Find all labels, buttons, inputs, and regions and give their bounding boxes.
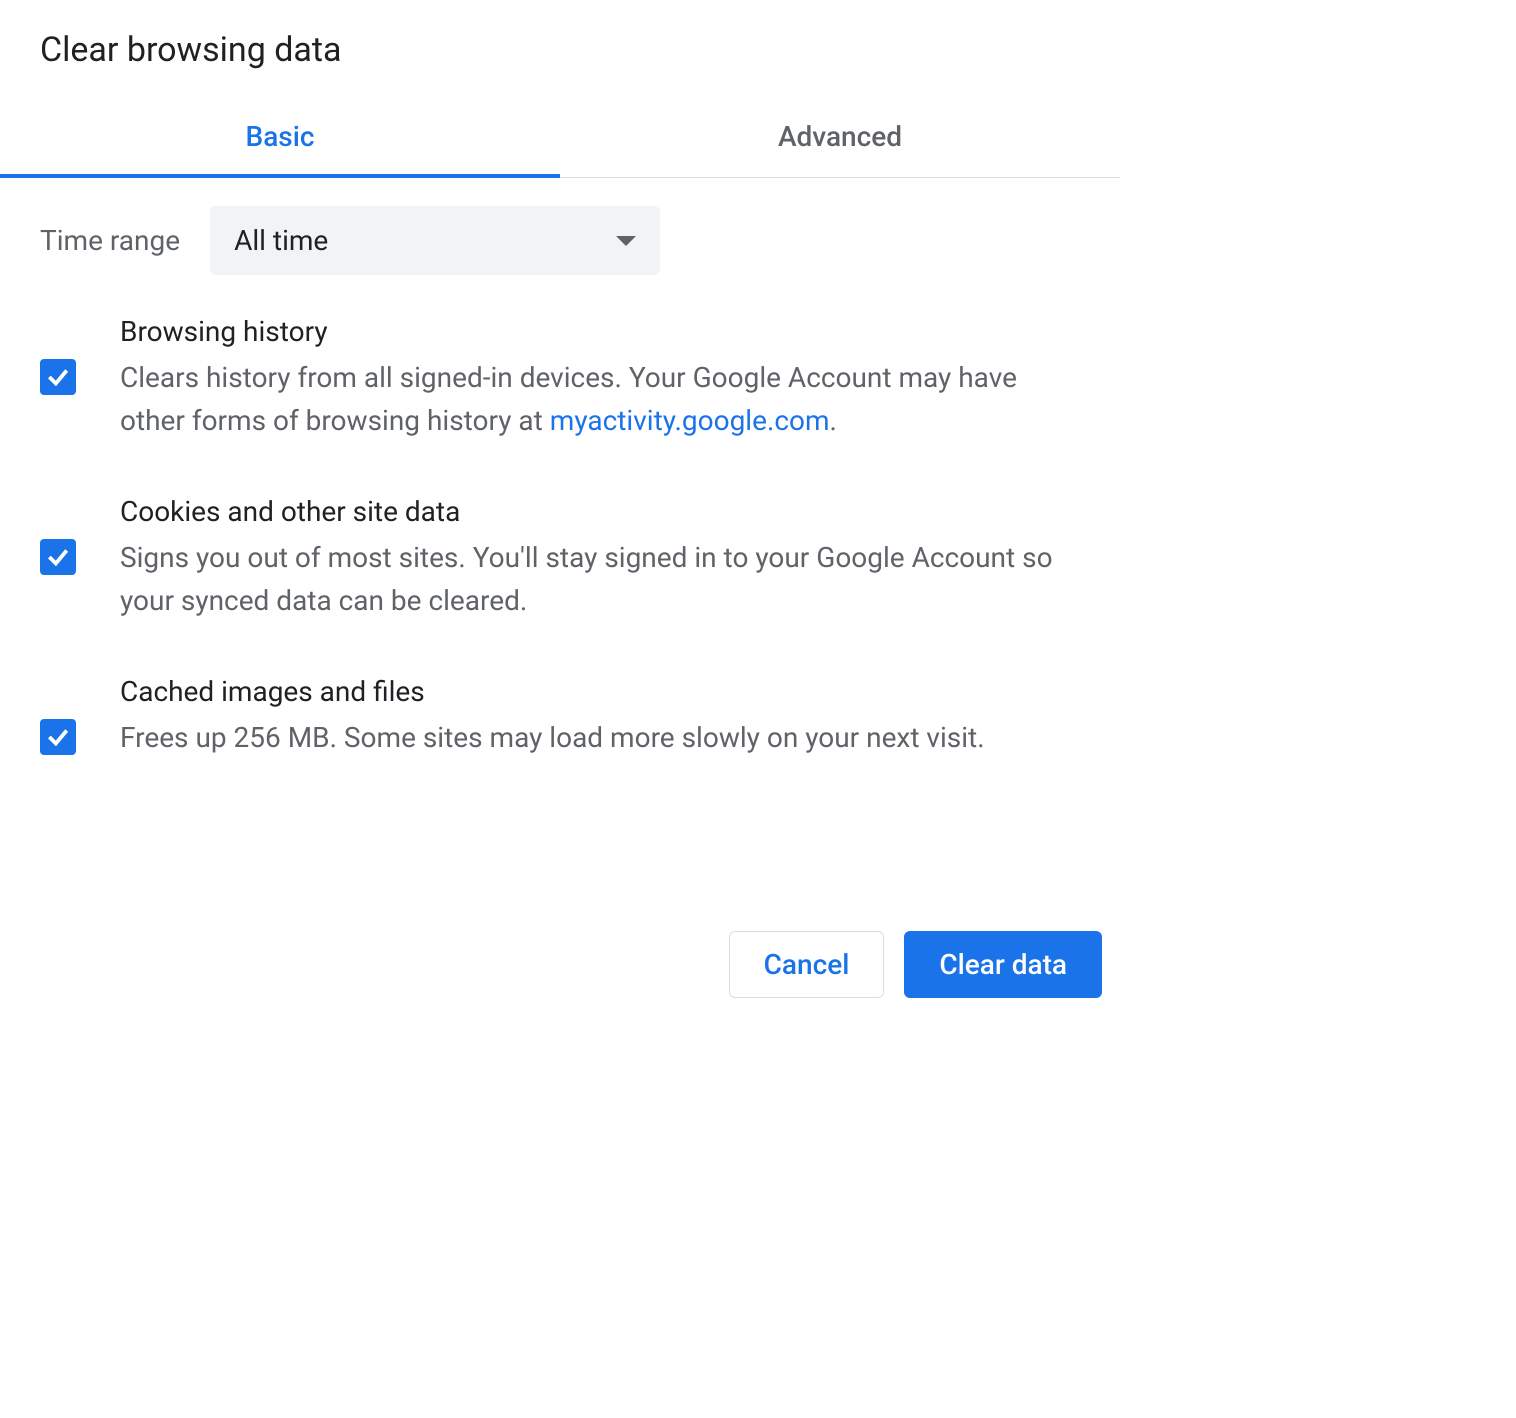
option-text: Browsing history Clears history from all… (120, 315, 1080, 443)
checkmark-icon (45, 724, 71, 750)
checkbox-cookies[interactable] (40, 539, 76, 575)
checkbox-browsing-history[interactable] (40, 359, 76, 395)
checkmark-icon (45, 544, 71, 570)
option-cookies: Cookies and other site data Signs you ou… (40, 495, 1080, 623)
time-range-value: All time (234, 224, 328, 257)
dialog-title: Clear browsing data (0, 30, 1120, 100)
checkmark-icon (45, 364, 71, 390)
tab-advanced-label: Advanced (778, 120, 902, 153)
time-range-row: Time range All time (40, 206, 1080, 275)
option-cached: Cached images and files Frees up 256 MB.… (40, 675, 1080, 759)
dropdown-arrow-icon (616, 236, 636, 246)
dialog-content: Time range All time Browsing history Cle… (0, 178, 1120, 759)
option-browsing-history: Browsing history Clears history from all… (40, 315, 1080, 443)
option-text: Cookies and other site data Signs you ou… (120, 495, 1080, 623)
checkbox-cached[interactable] (40, 719, 76, 755)
option-description: Frees up 256 MB. Some sites may load mor… (120, 716, 1080, 759)
option-description: Signs you out of most sites. You'll stay… (120, 536, 1080, 623)
desc-post: . (830, 404, 837, 437)
cancel-button-label: Cancel (764, 948, 850, 981)
tab-basic[interactable]: Basic (0, 100, 560, 177)
clear-browsing-data-dialog: Clear browsing data Basic Advanced Time … (0, 0, 1120, 1028)
option-text: Cached images and files Frees up 256 MB.… (120, 675, 1080, 759)
tabs: Basic Advanced (0, 100, 1120, 178)
tab-advanced[interactable]: Advanced (560, 100, 1120, 177)
option-title: Cached images and files (120, 675, 1080, 708)
option-description: Clears history from all signed-in device… (120, 356, 1080, 443)
option-title: Browsing history (120, 315, 1080, 348)
time-range-label: Time range (40, 224, 180, 257)
myactivity-link[interactable]: myactivity.google.com (550, 404, 830, 437)
option-title: Cookies and other site data (120, 495, 1080, 528)
clear-data-button[interactable]: Clear data (904, 931, 1102, 998)
clear-data-button-label: Clear data (939, 948, 1067, 981)
tab-basic-label: Basic (246, 120, 315, 153)
cancel-button[interactable]: Cancel (729, 931, 885, 998)
time-range-select[interactable]: All time (210, 206, 660, 275)
dialog-buttons: Cancel Clear data (0, 811, 1120, 1028)
